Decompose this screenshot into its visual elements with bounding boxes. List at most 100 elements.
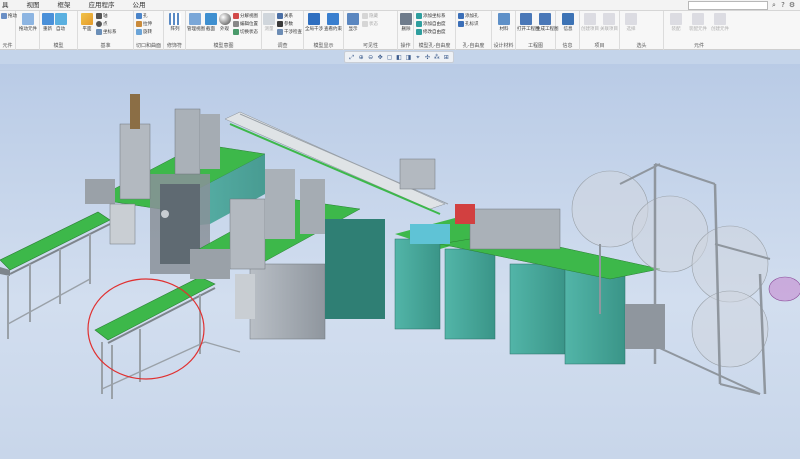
ribbon-btn-create-project[interactable]: 创建项目 xyxy=(581,13,599,32)
view-refresh-icon[interactable]: ▢ xyxy=(386,54,393,61)
ribbon-group-label: 调查 xyxy=(277,43,288,49)
ribbon-btn-add-hole[interactable]: 添加孔 xyxy=(458,13,479,19)
ribbon-btn-view-constraints[interactable]: 查看约束 xyxy=(324,13,342,32)
ribbon-btn-show[interactable]: 显示 xyxy=(346,13,360,32)
regenerate-icon xyxy=(41,13,54,25)
ribbon-btn-plane[interactable]: 平面 xyxy=(80,13,94,32)
ribbon-btn-material[interactable]: 材料 xyxy=(496,13,512,32)
ribbon-btn-explode[interactable]: 分解视图 xyxy=(233,13,258,19)
datum-display-icon[interactable]: ⌖ xyxy=(414,54,421,61)
view-constraints-icon xyxy=(327,13,339,25)
ribbon-btn-edit-position[interactable]: 编辑位置 xyxy=(233,21,258,27)
section-icon xyxy=(204,13,217,25)
ribbon-btn-extrude[interactable]: 拉伸 xyxy=(136,21,152,27)
status-icon xyxy=(362,21,368,27)
section-icon[interactable]: ⊞ xyxy=(443,54,450,61)
spin-center-icon[interactable]: ✣ xyxy=(424,54,431,61)
zoom-fit-icon[interactable]: ⤢ xyxy=(348,54,355,61)
zoom-in-icon[interactable]: ⊕ xyxy=(358,54,365,61)
ribbon-btn-add-csys[interactable]: 添加坐标系 xyxy=(416,13,446,19)
ribbon-btn-status[interactable]: 状态 xyxy=(362,21,378,27)
saved-views-icon[interactable]: ◧ xyxy=(395,54,402,61)
ribbon-btn-add-dof[interactable]: 添加自由度 xyxy=(416,21,446,27)
ribbon-btn-csys[interactable]: 坐标系 xyxy=(96,29,117,35)
ribbon-group-drag: 拖动元件 xyxy=(16,11,40,50)
ribbon-btn-link-project[interactable]: 关联项目 xyxy=(600,13,618,32)
search-input[interactable] xyxy=(688,1,768,10)
ribbon-group-label: 切口和曲面 xyxy=(135,43,161,49)
ribbon-btn-select[interactable]: 选择 xyxy=(622,13,640,32)
ribbon-btn-toggle-status[interactable]: 切换状态 xyxy=(233,29,258,35)
ribbon-btn-hole[interactable]: 孔 xyxy=(136,13,148,19)
ribbon-btn-open-drawing[interactable]: 打开工程图 xyxy=(517,13,540,32)
revolve-icon xyxy=(136,29,142,35)
ribbon-btn-create-component[interactable]: 创建元件 xyxy=(710,13,730,32)
create-component-icon xyxy=(714,13,726,25)
ribbon-btn-interference[interactable]: 干涉检查 xyxy=(277,29,302,35)
ribbon-group-label: 模型意图 xyxy=(213,43,234,49)
ribbon-group-model: 重新 自动 模型 xyxy=(40,11,78,50)
machine-assembly-model[interactable] xyxy=(0,64,800,459)
assemble-component-icon xyxy=(692,13,704,25)
menu-tab-tools[interactable]: 具 xyxy=(0,0,18,11)
ribbon-group-label: 元件 xyxy=(693,43,704,49)
display-style-icon[interactable]: ◨ xyxy=(405,54,412,61)
ribbon-btn-auto[interactable]: 自动 xyxy=(55,13,67,32)
ribbon-btn-assemble-component[interactable]: 装配元件 xyxy=(688,13,708,32)
ribbon-btn-measure[interactable]: 测量 xyxy=(263,13,275,32)
ribbon-btn-section[interactable]: 截面 xyxy=(204,13,217,32)
ribbon-btn-revolve[interactable]: 旋转 xyxy=(136,29,152,35)
ribbon-group-label: 信息 xyxy=(562,43,573,49)
ribbon-btn-delete[interactable]: 删除 xyxy=(399,13,413,32)
ribbon-btn-hole-mark[interactable]: 孔标识 xyxy=(458,21,479,27)
left-upper-conveyor[interactable] xyxy=(0,211,111,339)
ribbon-group-label: 模型 xyxy=(53,43,64,49)
csys-icon xyxy=(96,29,102,35)
ribbon-group-datum: 平面 轴 点 坐标系 基准 xyxy=(78,11,134,50)
ribbon-btn-global-interference[interactable]: 全局干涉 xyxy=(305,13,323,32)
ribbon-btn-manage-views[interactable]: 管理视图 xyxy=(187,13,205,32)
ribbon-btn-appearance[interactable]: 外观 xyxy=(218,13,231,32)
edit-position-icon xyxy=(233,21,239,27)
ribbon-btn-regenerate[interactable]: 重新 xyxy=(41,13,54,32)
ribbon-btn-axis[interactable]: 轴 xyxy=(96,13,108,19)
select-icon xyxy=(625,13,637,25)
ribbon-btn-point[interactable]: 点 xyxy=(96,21,108,27)
ribbon-group-label: 模型显示 xyxy=(313,43,334,49)
settings-icon[interactable]: ⚙ xyxy=(788,1,796,9)
ribbon-btn-create-drawing[interactable]: 生成工程图 xyxy=(536,13,559,32)
ribbon-group-model-display: 全局干涉 查看约束 模型显示 xyxy=(304,11,344,50)
search-icon[interactable]: ⌕ xyxy=(770,1,778,9)
annotations-icon[interactable]: ⁂ xyxy=(433,54,440,61)
open-drawing-icon xyxy=(520,13,532,25)
ribbon-btn-pattern[interactable]: 阵列 xyxy=(167,13,183,32)
ribbon-btn-info[interactable]: 信息 xyxy=(560,13,576,32)
ribbon-btn-drag-component[interactable]: 拖动元件 xyxy=(17,13,39,32)
delete-icon xyxy=(400,13,412,25)
drag-component-icon xyxy=(22,13,34,25)
menu-tab-common[interactable]: 公用 xyxy=(124,0,155,11)
3d-viewport[interactable] xyxy=(0,64,800,459)
ribbon-btn-parameters[interactable]: 参数 xyxy=(277,21,293,27)
ribbon-btn-hide[interactable]: 隐藏 xyxy=(362,13,378,19)
graphics-toolbar: ⤢ ⊕ ⊖ ✥ ▢ ◧ ◨ ⌖ ✣ ⁂ ⊞ xyxy=(344,51,454,63)
ribbon-btn-relations[interactable]: 关系 xyxy=(277,13,293,19)
left-lower-conveyor[interactable] xyxy=(94,276,241,399)
ribbon-btn-drag[interactable]: 拖动 xyxy=(1,13,17,19)
menu-tab-framework[interactable]: 框架 xyxy=(49,0,80,11)
pattern-icon xyxy=(169,13,181,25)
help-icon[interactable]: ? xyxy=(779,1,787,9)
ribbon-btn-assemble[interactable]: 装配 xyxy=(666,13,686,32)
assemble-icon xyxy=(670,13,682,25)
ribbon-btn-modify-dof[interactable]: 修改自由度 xyxy=(416,29,446,35)
ribbon-group-select: 选择 选头 xyxy=(620,11,664,50)
pan-icon[interactable]: ✥ xyxy=(377,54,384,61)
zoom-out-icon[interactable]: ⊖ xyxy=(367,54,374,61)
appearance-icon xyxy=(218,13,231,25)
menu-tab-view[interactable]: 视图 xyxy=(18,0,49,11)
menu-tab-applications[interactable]: 应用程序 xyxy=(80,0,124,11)
create-project-icon xyxy=(584,13,596,25)
ribbon: 拖动 元件 拖动元件 重新 自动 模型 平面 轴 点 坐标系 基准 孔 拉伸 旋… xyxy=(0,11,800,50)
axis-icon xyxy=(96,13,102,19)
ribbon-group-component-right: 装配 装配元件 创建元件 元件 xyxy=(664,11,734,50)
